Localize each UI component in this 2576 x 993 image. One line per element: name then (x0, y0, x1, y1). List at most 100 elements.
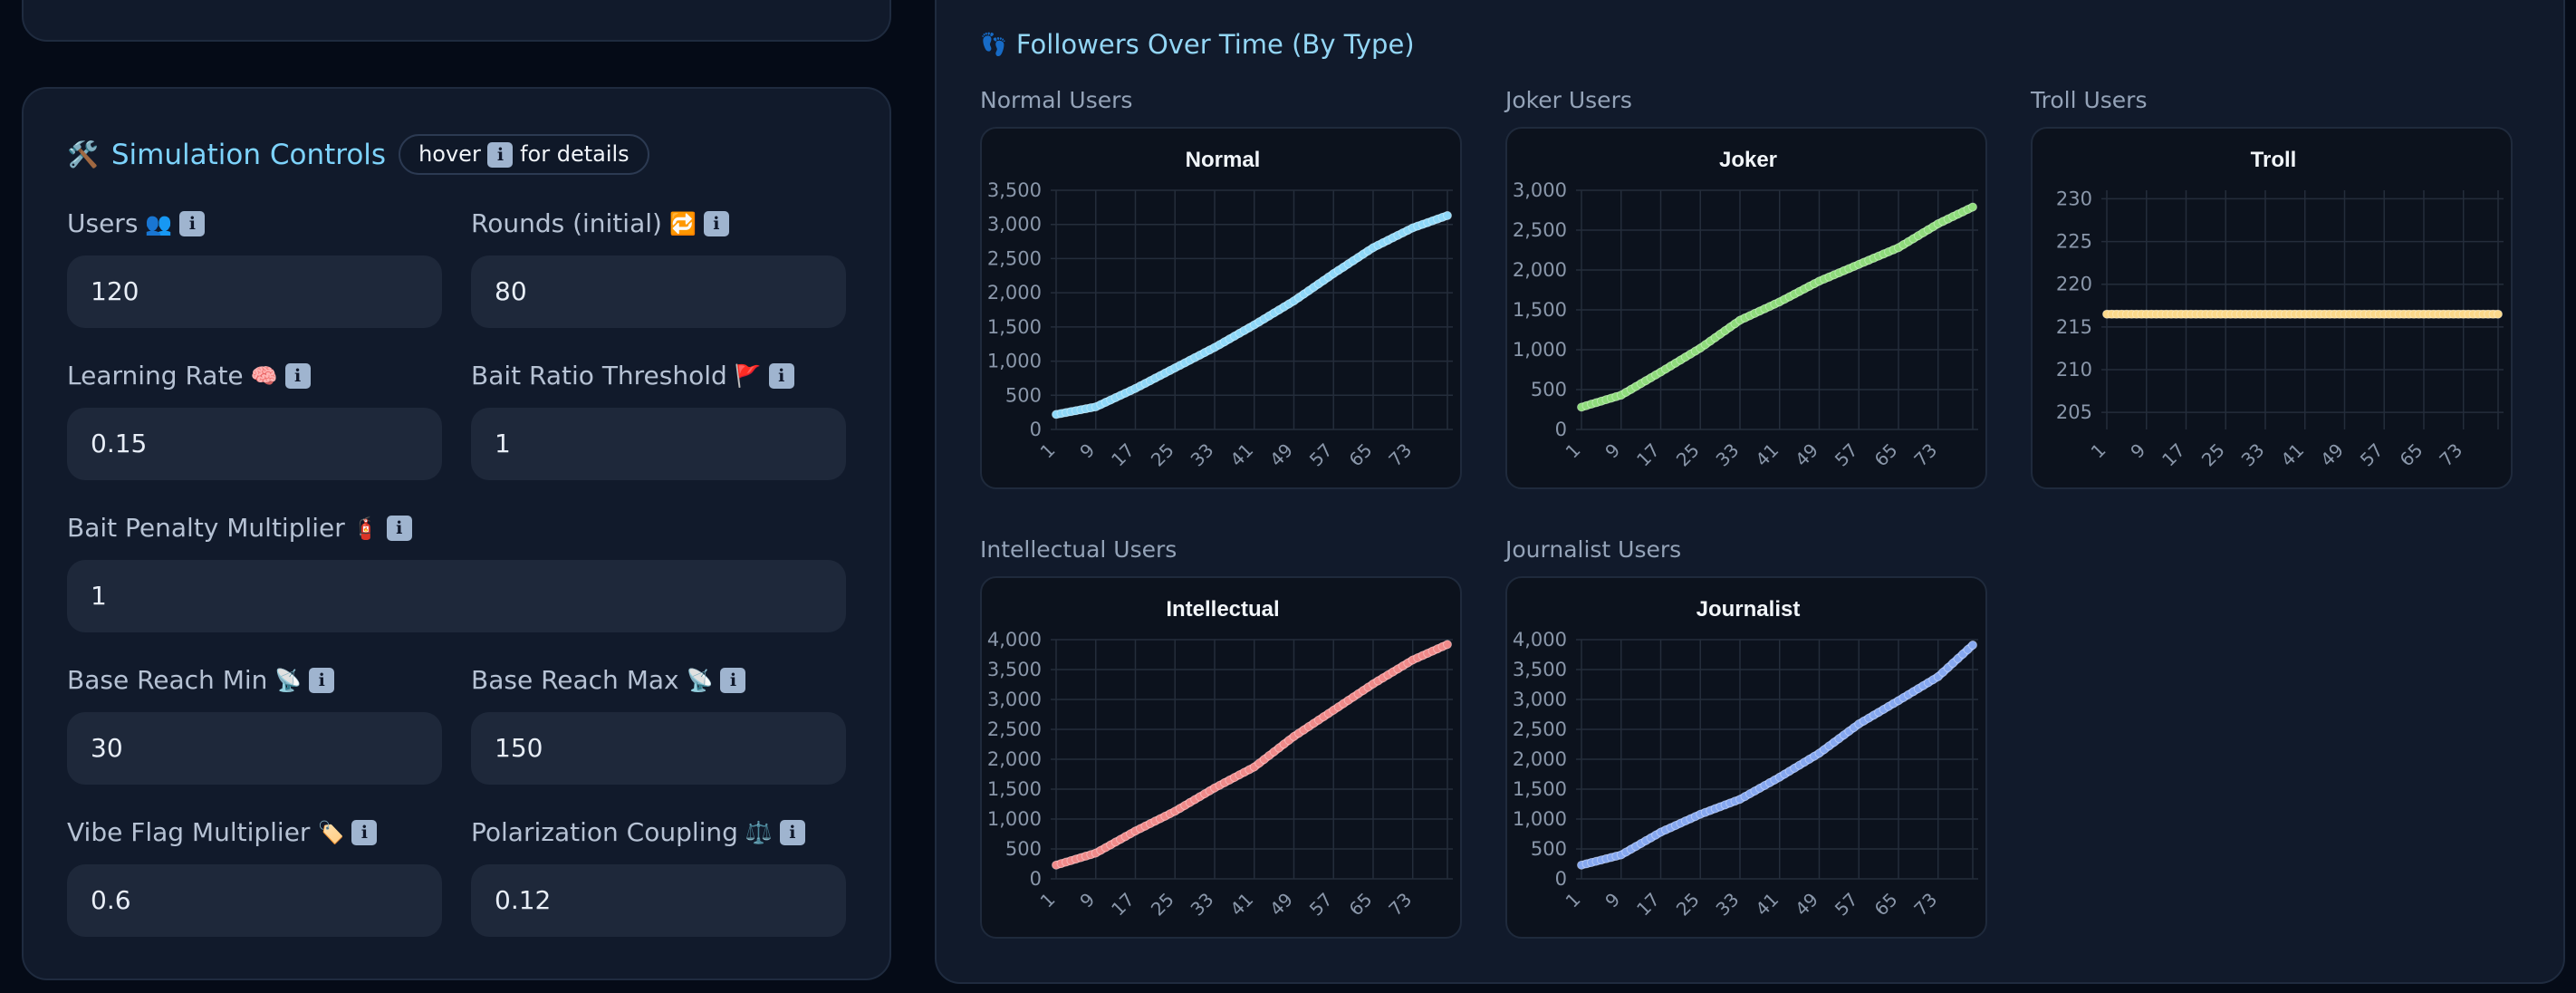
intellectual-users-label: Intellectual Users (980, 536, 1177, 563)
hint-post-text: for details (520, 141, 630, 167)
tag-emoji-icon: 🏷️ (317, 819, 345, 845)
polarization-input[interactable] (471, 864, 846, 937)
normal-chart-card: Normal 0 500 1,000 1,500 2,000 2,500 3,000 3,500… (980, 127, 1462, 489)
journalist-chart-svg: Journalist 0 500 1,000 1,500 2,000 2,500 3,000 3… (1513, 597, 1978, 921)
x-tick-label: 57 (2356, 439, 2388, 471)
followers-title-text: Followers Over Time (By Type) (1015, 29, 1415, 60)
y-tick-label: 3,000 (1513, 689, 1567, 710)
bait-ratio-label: Bait Ratio Threshold 🚩 i (471, 361, 794, 390)
brain-emoji-icon: 🧠 (250, 362, 278, 389)
y-tick-label: 2,000 (987, 748, 1042, 770)
y-tick-label: 4,000 (987, 629, 1042, 651)
x-tick-label: 1 (1562, 889, 1585, 912)
info-icon[interactable]: i (720, 667, 746, 693)
reach-min-label: Base Reach Min 📡 i (67, 665, 335, 695)
users-label-text: Users (67, 208, 139, 238)
satellite-emoji-icon: 📡 (274, 667, 303, 693)
x-tick-label: 41 (1751, 439, 1783, 471)
x-tick-label: 17 (1632, 889, 1664, 921)
x-tick-label: 65 (1345, 439, 1377, 471)
normal-data-point (1443, 210, 1452, 220)
controls-header: 🛠️ Simulation Controls hover i for detai… (67, 134, 649, 175)
reach-max-label-text: Base Reach Max (471, 665, 679, 695)
vibe-flag-label: Vibe Flag Multiplier 🏷️ i (67, 817, 378, 847)
intellectual-data-point (1443, 640, 1452, 650)
simulation-controls-panel: 🛠️ Simulation Controls hover i for detai… (22, 87, 891, 980)
tools-icon: 🛠️ (67, 140, 99, 169)
x-tick-label: 49 (1791, 889, 1822, 921)
y-tick-label: 1,000 (1513, 339, 1567, 361)
y-tick-label: 3,000 (1513, 179, 1567, 201)
y-tick-label: 0 (1555, 419, 1567, 440)
learning-rate-input[interactable] (67, 408, 442, 480)
journalist-series-line (1577, 641, 1977, 870)
info-icon[interactable]: i (309, 667, 335, 693)
footprints-icon: 👣 (980, 32, 1007, 57)
y-tick-label: 500 (1005, 384, 1042, 406)
journalist-users-label: Journalist Users (1505, 536, 1682, 563)
x-tick-label: 9 (1075, 439, 1099, 463)
hint-pre-text: hover (418, 141, 481, 167)
polarization-label-text: Polarization Coupling (471, 817, 738, 847)
y-tick-label: 500 (1531, 379, 1567, 400)
info-icon: i (487, 142, 514, 168)
x-tick-label: 9 (1600, 439, 1624, 463)
rounds-input[interactable] (471, 255, 846, 328)
joker-users-label: Joker Users (1505, 87, 1632, 113)
reach-max-input[interactable] (471, 712, 846, 785)
vibe-flag-input[interactable] (67, 864, 442, 937)
x-tick-label: 17 (1632, 439, 1664, 471)
users-input[interactable] (67, 255, 442, 328)
x-tick-label: 73 (1384, 439, 1416, 471)
x-tick-label: 73 (1909, 889, 1941, 921)
reach-min-input[interactable] (67, 712, 442, 785)
y-tick-label: 3,500 (987, 659, 1042, 680)
y-tick-label: 2,500 (987, 247, 1042, 269)
info-icon[interactable]: i (768, 362, 794, 389)
troll-chart-svg: Troll 205 210 215 220 225 230 1 9 17 25 33 41 49 57 65 7… (2056, 148, 2504, 471)
scales-emoji-icon: ⚖️ (745, 819, 773, 845)
info-icon[interactable]: i (284, 362, 311, 389)
users-emoji-icon: 👥 (145, 210, 173, 236)
y-tick-label: 3,500 (1513, 659, 1567, 680)
intellectual-chart-svg: Intellectual 0 500 1,000 1,500 2,000 2,500 3,00… (987, 597, 1453, 921)
x-tick-label: 57 (1831, 439, 1862, 471)
rounds-label: Rounds (initial) 🔁 i (471, 208, 729, 238)
y-tick-label: 2,500 (987, 718, 1042, 740)
y-tick-label: 2,500 (1513, 219, 1567, 241)
info-icon[interactable]: i (179, 210, 206, 236)
bait-penalty-label-text: Bait Penalty Multiplier (67, 513, 345, 543)
x-tick-label: 33 (1712, 439, 1744, 471)
info-icon[interactable]: i (351, 819, 378, 845)
y-tick-label: 230 (2056, 188, 2092, 209)
x-tick-label: 33 (1187, 439, 1218, 471)
x-tick-label: 25 (1672, 889, 1704, 921)
x-tick-label: 49 (1265, 889, 1297, 921)
troll-chart-card: Troll 205 210 215 220 225 230 1 9 17 25 33 41 49 57 65 7… (2031, 127, 2513, 489)
x-tick-label: 25 (1672, 439, 1704, 471)
bait-ratio-input[interactable] (471, 408, 846, 480)
x-tick-label: 65 (1870, 439, 1902, 471)
y-tick-label: 1,000 (987, 808, 1042, 830)
y-tick-label: 1,500 (1513, 299, 1567, 321)
info-icon[interactable]: i (386, 515, 412, 541)
y-tick-label: 210 (2056, 359, 2092, 381)
bait-penalty-input[interactable] (67, 560, 846, 632)
intellectual-chart-title: Intellectual (1166, 597, 1279, 622)
y-tick-label: 2,500 (1513, 718, 1567, 740)
x-tick-label: 65 (1345, 889, 1377, 921)
x-tick-label: 9 (2126, 439, 2149, 463)
troll-users-label: Troll Users (2031, 87, 2148, 113)
x-tick-label: 41 (1226, 439, 1257, 471)
x-tick-label: 17 (1107, 439, 1139, 471)
y-tick-label: 500 (1531, 838, 1567, 860)
y-tick-label: 500 (1005, 838, 1042, 860)
y-tick-label: 205 (2056, 401, 2092, 423)
joker-chart-card: Joker 0 500 1,000 1,500 2,000 2,500 3,000 1 9 17 25… (1505, 127, 1987, 489)
x-tick-label: 57 (1305, 889, 1337, 921)
y-tick-label: 1,500 (987, 778, 1042, 800)
info-icon[interactable]: i (779, 819, 805, 845)
info-icon[interactable]: i (703, 210, 729, 236)
y-tick-label: 225 (2056, 231, 2092, 253)
journalist-chart-card: Journalist 0 500 1,000 1,500 2,000 2,500 3,000 3… (1505, 576, 1987, 939)
